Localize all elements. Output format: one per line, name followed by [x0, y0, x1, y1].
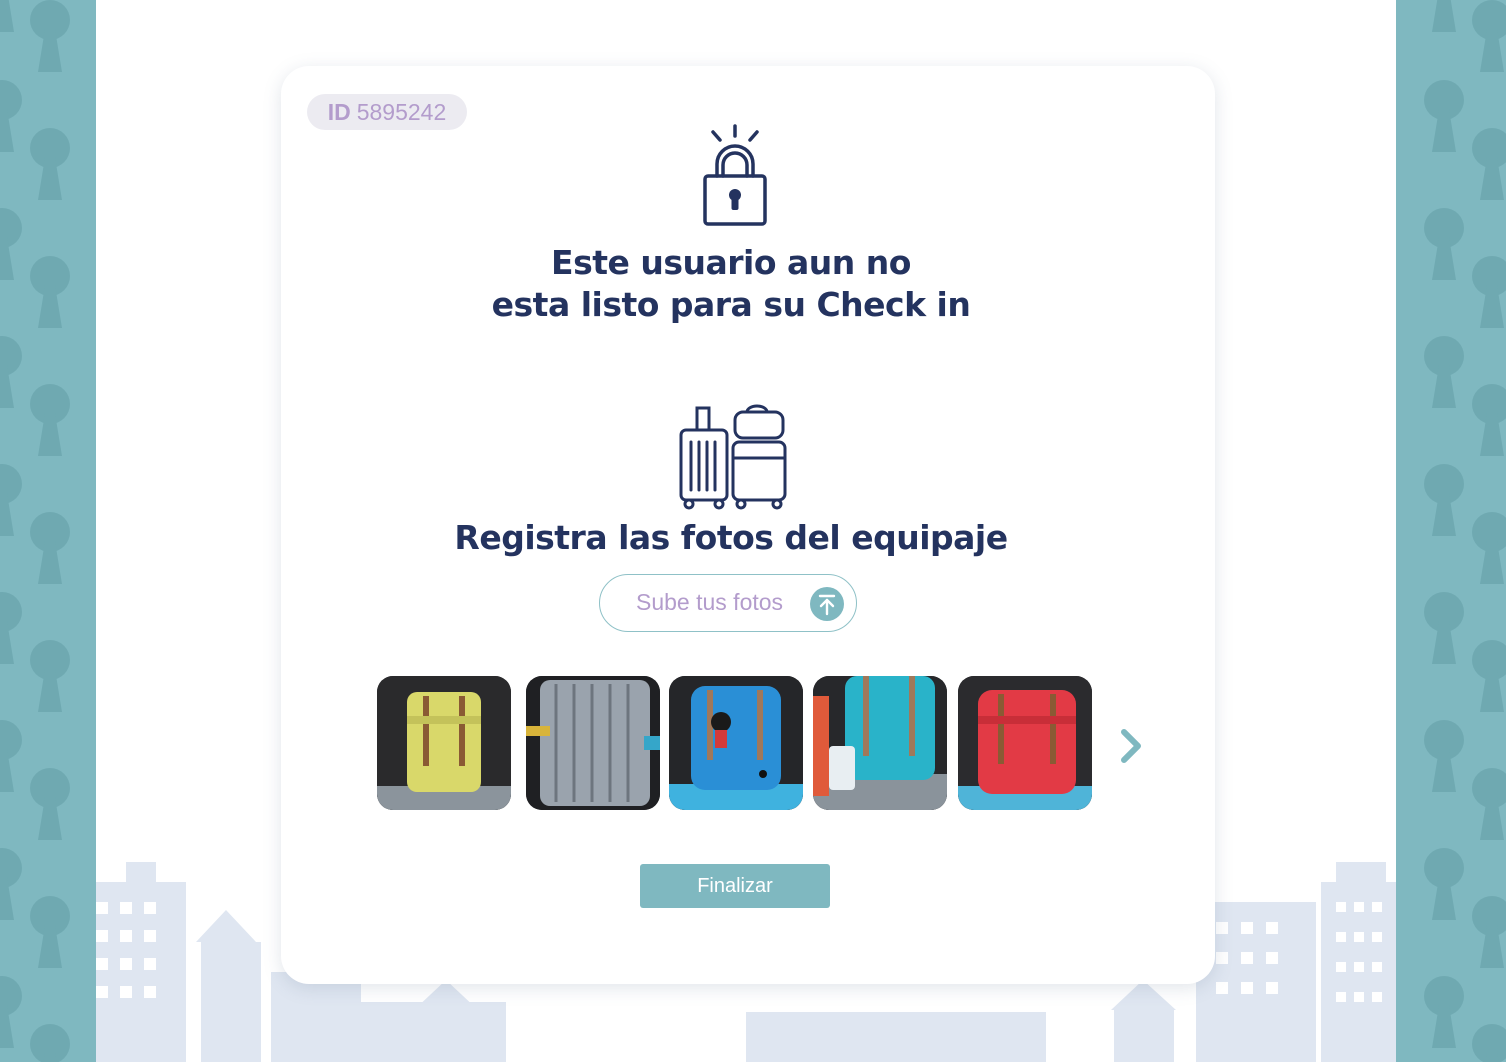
id-value: 5895242 — [356, 98, 447, 125]
luggage-photo-2[interactable] — [526, 676, 660, 810]
luggage-photo-5-image — [958, 676, 1092, 810]
checkin-card: ID 5895242 Este usuario aun no esta list… — [281, 66, 1215, 984]
keyhole-pattern-right — [1396, 0, 1506, 1062]
luggage-photo-2-image — [526, 676, 660, 810]
luggage-photo-1-image — [377, 676, 511, 810]
status-title-line2: esta listo para su Check in — [491, 285, 971, 324]
finish-button[interactable]: Finalizar — [640, 864, 830, 908]
luggage-photo-3[interactable] — [669, 676, 803, 810]
luggage-photo-4[interactable] — [813, 676, 947, 810]
luggage-heading: Registra las fotos del equipaje — [454, 518, 1008, 557]
luggage-photo-1[interactable] — [377, 676, 511, 810]
id-label: ID — [327, 98, 351, 125]
luggage-photo-5[interactable] — [958, 676, 1092, 810]
luggage-photo-3-image — [669, 676, 803, 810]
upload-arrow-icon — [810, 587, 844, 621]
luggage-photo-4-image — [813, 676, 947, 810]
user-id-badge: ID 5895242 — [307, 94, 467, 130]
status-title: Este usuario aun no esta listo para su C… — [281, 242, 1181, 326]
luggage-icon — [679, 404, 787, 510]
status-title-line1: Este usuario aun no — [551, 243, 911, 282]
chevron-right-icon[interactable] — [1116, 726, 1146, 766]
main-panel: ID 5895242 Este usuario aun no esta list… — [96, 0, 1396, 1062]
lock-icon — [703, 124, 767, 226]
upload-photos-label: Sube tus fotos — [636, 589, 784, 615]
keyhole-pattern-left — [0, 0, 96, 1062]
upload-photos-button[interactable]: Sube tus fotos — [599, 574, 857, 632]
